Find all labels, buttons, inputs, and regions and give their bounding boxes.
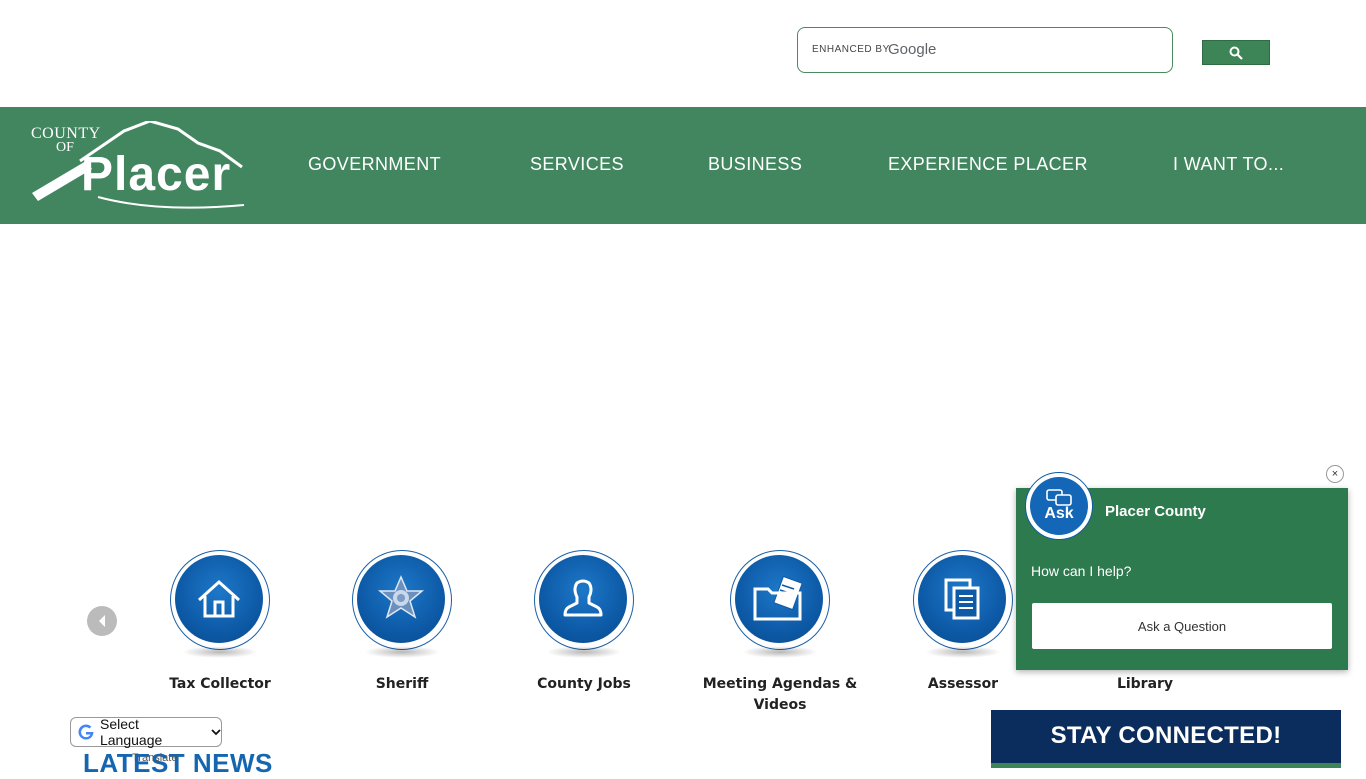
search-enhanced-label: ENHANCED BY [812,44,890,55]
quick-link-label: Tax Collector [169,676,271,692]
quick-link-county-jobs[interactable]: County Jobs [494,550,674,695]
stay-connected-button[interactable]: STAY CONNECTED! [991,710,1341,768]
google-g-icon [78,724,94,740]
nav-item-government[interactable]: GOVERNMENT [308,154,441,175]
quick-link-meeting-agendas[interactable]: Meeting Agendas & Videos [690,550,870,716]
google-translate-link[interactable]: Translate [132,752,177,764]
house-icon [197,579,241,618]
logo-name-text: Placer [81,148,232,201]
logo-of-text: OF [56,140,74,155]
stay-connected-label: STAY CONNECTED! [1050,722,1282,749]
quick-link-sheriff[interactable]: Sheriff [312,550,492,695]
language-select-label: Select Language [99,716,163,748]
carousel-prev-button[interactable] [87,606,117,636]
chevron-left-icon [99,615,105,627]
chat-ask-text: Ask [1044,505,1074,522]
latest-news-heading: LATEST NEWS [83,748,273,778]
main-navigation: COUNTY OF Placer GOVERNMENT SERVICES BUS… [0,107,1366,224]
chat-close-button[interactable]: × [1326,465,1344,483]
language-select[interactable]: Select Language [70,716,222,748]
chat-title: Placer County [1105,503,1206,520]
documents-icon [944,578,980,620]
chat-avatar[interactable]: Ask [1025,472,1093,540]
quick-link-label: Assessor [927,676,999,692]
ask-question-button[interactable]: Ask a Question [1032,603,1332,649]
sheriff-badge-icon [377,575,425,619]
nav-item-business[interactable]: BUSINESS [708,154,802,175]
quick-link-label: Sheriff [375,676,429,692]
nav-item-experience-placer[interactable]: EXPERIENCE PLACER [888,154,1088,175]
quick-link-label: County Jobs [537,676,631,692]
close-icon: × [1331,468,1339,480]
nav-item-i-want-to[interactable]: I WANT TO... [1173,154,1284,175]
chevron-down-icon [211,729,221,736]
quick-link-label: Library [1116,676,1174,692]
search-button[interactable] [1202,40,1270,65]
quick-link-label: Meeting Agendas & Videos [702,676,858,713]
search-icon [1229,46,1243,60]
nav-item-services[interactable]: SERVICES [530,154,624,175]
person-icon [563,579,603,617]
search-input[interactable]: ENHANCED BY Google [797,27,1173,73]
folder-icon [753,575,803,621]
quick-link-tax-collector[interactable]: Tax Collector [130,550,310,695]
search-google-label: Google [888,41,937,58]
county-logo[interactable]: COUNTY OF Placer [28,121,250,213]
chat-prompt: How can I help? [1031,563,1132,579]
